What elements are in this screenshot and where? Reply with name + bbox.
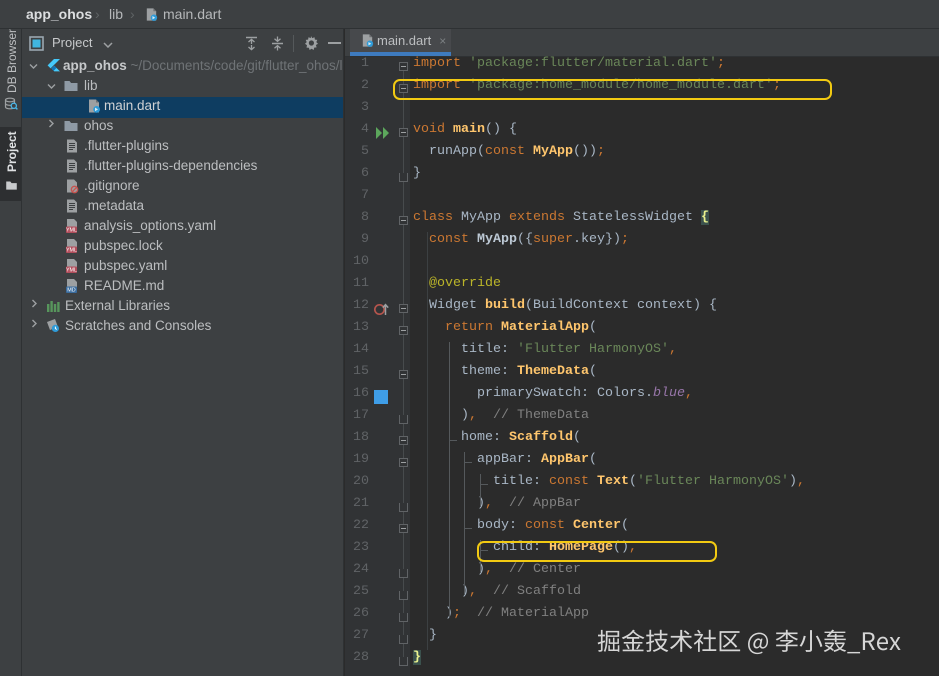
svg-text:YML: YML: [66, 228, 77, 234]
svg-text:YML: YML: [66, 268, 77, 274]
svg-text:YML: YML: [66, 248, 77, 254]
svg-text:MD: MD: [67, 288, 75, 294]
